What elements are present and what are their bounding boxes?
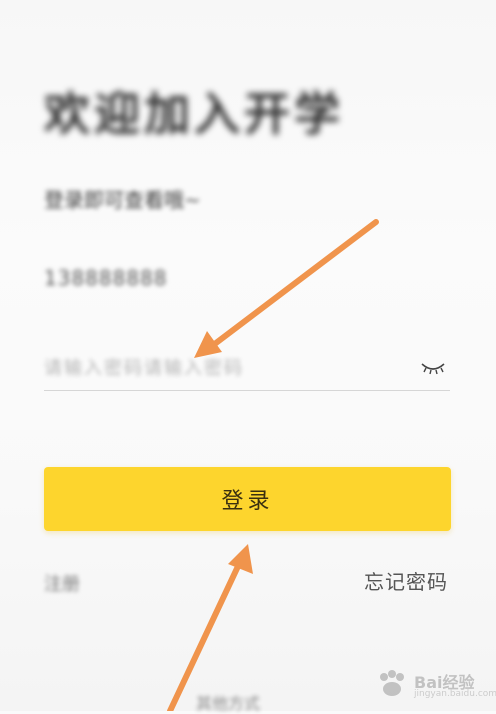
- phone-value: 138888888: [44, 266, 168, 290]
- arrow-icon: [167, 544, 253, 711]
- watermark: Bai经验 jingyan.baidu.com: [374, 665, 496, 705]
- watermark-url: jingyan.baidu.com: [414, 689, 496, 699]
- login-screen: 欢迎加入开学 登录即可查看哦~ 138888888 请输入密码请输入密码 登录 …: [0, 0, 496, 713]
- welcome-subtitle: 登录即可查看哦~: [44, 188, 201, 212]
- password-field[interactable]: 请输入密码请输入密码: [44, 340, 450, 391]
- phone-field[interactable]: 138888888: [44, 258, 450, 306]
- password-placeholder: 请输入密码请输入密码: [44, 358, 244, 379]
- eye-closed-icon[interactable]: [420, 360, 446, 376]
- welcome-title: 欢迎加入开学: [44, 87, 344, 141]
- other-login-text: 其他方式: [196, 694, 261, 713]
- paw-icon: [380, 670, 404, 696]
- register-link[interactable]: 注册: [44, 570, 80, 596]
- login-button[interactable]: 登录: [44, 467, 451, 531]
- forgot-password-link[interactable]: 忘记密码: [364, 566, 448, 595]
